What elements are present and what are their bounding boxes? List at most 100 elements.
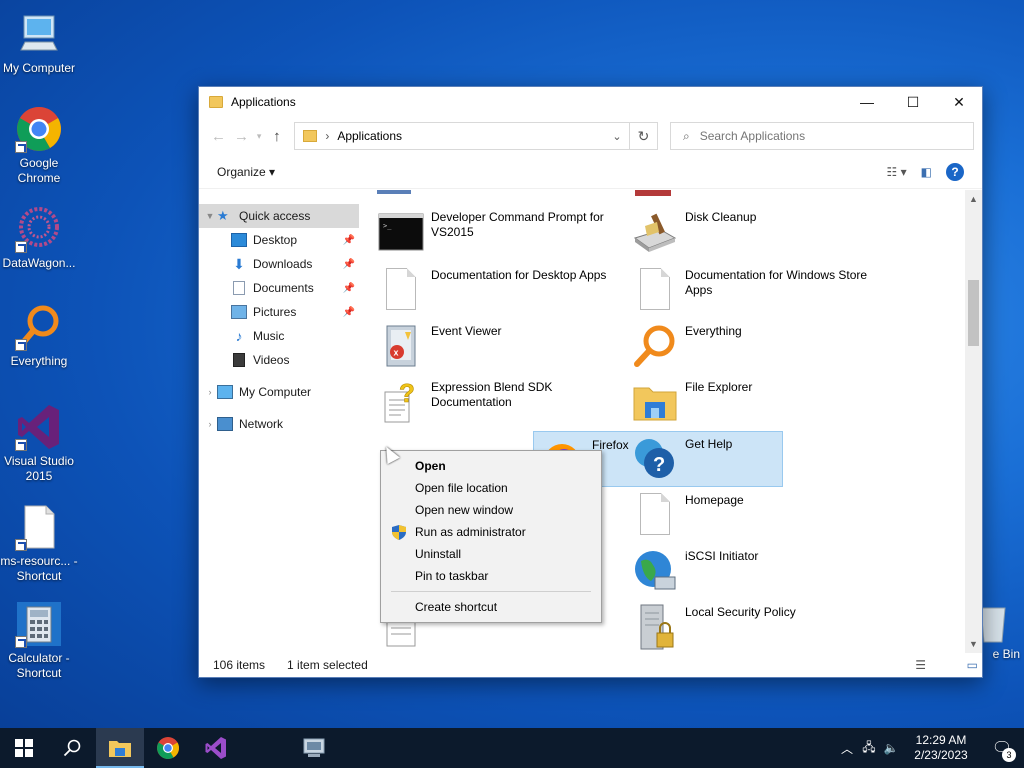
scroll-down-icon[interactable]: ▼ — [965, 639, 982, 649]
taskbar-visual-studio[interactable] — [192, 728, 240, 768]
nav-item-pictures[interactable]: Pictures 📌 — [199, 300, 359, 324]
organize-label: Organize — [217, 164, 266, 179]
desktop-icon-visual-studio[interactable]: Visual Studio 2015 — [0, 403, 78, 484]
uac-shield-icon — [392, 525, 406, 540]
list-item[interactable]: Local Security Policy — [627, 599, 877, 653]
forward-icon[interactable]: → — [230, 128, 253, 145]
large-icons-view-icon[interactable]: ▭ — [967, 658, 978, 672]
list-item[interactable]: ? Get Help — [627, 431, 877, 487]
search-icon: ⌕ — [682, 128, 690, 143]
nav-label: My Computer — [239, 385, 312, 399]
videos-icon — [233, 353, 245, 367]
nav-item-network[interactable]: › Network — [199, 412, 359, 436]
recent-locations-icon[interactable]: ▾ — [253, 131, 265, 142]
pictures-icon — [231, 305, 247, 319]
action-center-button[interactable]: 🗨 3 — [980, 738, 1024, 762]
nav-item-music[interactable]: ♪ Music — [199, 324, 359, 348]
list-item[interactable]: x Event Viewer — [373, 318, 623, 374]
chevron-right-icon[interactable]: › — [203, 419, 217, 429]
network-icon[interactable]: 🖧 — [858, 738, 880, 759]
change-view-icon[interactable]: ☷ ▾ — [887, 165, 907, 179]
search-input[interactable]: ⌕ Search Applications — [669, 122, 974, 150]
item-label: Documentation for Windows Store Apps — [685, 268, 868, 297]
list-item[interactable]: Homepage — [627, 487, 877, 543]
pin-icon[interactable]: 📌 — [343, 235, 355, 246]
list-item[interactable]: Disk Cleanup — [627, 204, 877, 260]
menu-item-run-as-administrator[interactable]: Run as administrator — [381, 521, 601, 543]
nav-label: Videos — [253, 353, 290, 367]
desktop-icon-datawagon[interactable]: DataWagon... — [0, 205, 78, 271]
menu-item-open-file-location[interactable]: Open file location — [381, 477, 601, 499]
list-item[interactable]: File Explorer — [627, 374, 877, 430]
menu-item-create-shortcut[interactable]: Create shortcut — [381, 596, 601, 618]
nav-item-videos[interactable]: Videos — [199, 348, 359, 372]
list-item[interactable]: Documentation for Desktop Apps — [373, 262, 623, 318]
desktop-icon-ms-resource[interactable]: ms-resourc... - Shortcut — [0, 503, 78, 584]
computer-icon — [15, 10, 63, 58]
menu-item-uninstall[interactable]: Uninstall — [381, 543, 601, 565]
desktop-icon-my-computer[interactable]: My Computer — [0, 10, 78, 76]
clock[interactable]: 12:29 AM 2/23/2023 — [902, 733, 980, 763]
chevron-down-icon[interactable]: ▼ — [203, 211, 217, 221]
refresh-icon[interactable]: ↻ — [628, 123, 657, 149]
help-icon[interactable]: ? — [946, 162, 964, 181]
folder-icon — [631, 378, 679, 426]
address-bar[interactable]: › Applications ⌄ ↻ — [294, 122, 658, 150]
desktop-icon-everything[interactable]: Everything — [0, 303, 78, 369]
menu-item-pin-to-taskbar[interactable]: Pin to taskbar — [381, 565, 601, 587]
start-button[interactable] — [0, 728, 48, 768]
item-label: File Explorer — [685, 380, 753, 394]
taskbar-file-explorer[interactable] — [96, 728, 144, 768]
chevron-down-icon[interactable]: ⌄ — [605, 130, 629, 143]
nav-item-documents[interactable]: Documents 📌 — [199, 276, 359, 300]
list-item[interactable]: Documentation for Windows Store Apps — [627, 262, 877, 318]
pin-icon[interactable]: 📌 — [343, 259, 355, 270]
title-bar[interactable]: Applications — ☐ ✕ — [199, 87, 982, 117]
maximize-button[interactable]: ☐ — [890, 87, 936, 117]
nav-label: Downloads — [253, 257, 313, 271]
details-view-icon[interactable]: ☰ — [915, 658, 926, 672]
menu-item-open-new-window[interactable]: Open new window — [381, 499, 601, 521]
desktop-icon-label: ms-resourc... - Shortcut — [0, 554, 78, 583]
preview-pane-icon[interactable]: ◧ — [921, 165, 932, 179]
list-item[interactable]: ? Expression Blend SDK Documentation — [373, 374, 623, 430]
magnifier-icon — [15, 303, 63, 351]
item-label: Local Security Policy — [685, 605, 796, 619]
nav-item-desktop[interactable]: Desktop 📌 — [199, 228, 359, 252]
close-button[interactable]: ✕ — [936, 87, 982, 117]
desktop-icon — [231, 233, 247, 247]
search-button[interactable] — [48, 728, 96, 768]
desktop-icon-calculator[interactable]: Calculator - Shortcut — [0, 600, 78, 681]
shortcut-arrow-icon — [15, 339, 27, 351]
show-hidden-icons-icon[interactable]: ︿ — [836, 740, 858, 757]
pin-icon[interactable]: 📌 — [343, 307, 355, 318]
back-icon[interactable]: ← — [207, 128, 230, 145]
scroll-up-icon[interactable]: ▲ — [965, 194, 982, 204]
nav-item-my-computer[interactable]: › My Computer — [199, 380, 359, 404]
minimize-button[interactable]: — — [844, 87, 890, 117]
list-item[interactable]: Everything — [627, 318, 877, 374]
scrollbar-thumb[interactable] — [968, 280, 979, 346]
menu-item-open[interactable]: Open — [381, 455, 601, 477]
menu-item-label: Run as administrator — [415, 525, 526, 539]
document-icon — [631, 491, 679, 539]
help-document-icon: ? — [377, 378, 425, 426]
item-label: Expression Blend SDK Documentation — [431, 380, 553, 409]
vertical-scrollbar[interactable]: ▲ ▼ — [965, 190, 982, 653]
status-bar: 106 items 1 item selected ☰ ▭ — [199, 653, 982, 677]
pin-icon[interactable]: 📌 — [343, 283, 355, 294]
organize-button[interactable]: Organize ▾ — [217, 165, 275, 179]
desktop-icon-google-chrome[interactable]: Google Chrome — [0, 105, 78, 186]
taskbar-chrome[interactable] — [144, 728, 192, 768]
item-label: Get Help — [685, 437, 733, 451]
up-icon[interactable]: ↑ — [265, 128, 288, 145]
chevron-right-icon[interactable]: › — [203, 387, 217, 397]
breadcrumb[interactable]: Applications — [337, 129, 605, 143]
nav-item-quick-access[interactable]: ▼ ★ Quick access — [199, 204, 359, 228]
nav-item-downloads[interactable]: ⬇ Downloads 📌 — [199, 252, 359, 276]
list-item[interactable]: iSCSI Initiator — [627, 543, 877, 599]
volume-icon[interactable]: 🔈 — [880, 741, 902, 755]
svg-text:?: ? — [399, 378, 415, 408]
list-item[interactable]: >_ Developer Command Prompt for VS2015 — [373, 204, 623, 260]
taskbar-app[interactable] — [290, 728, 338, 768]
